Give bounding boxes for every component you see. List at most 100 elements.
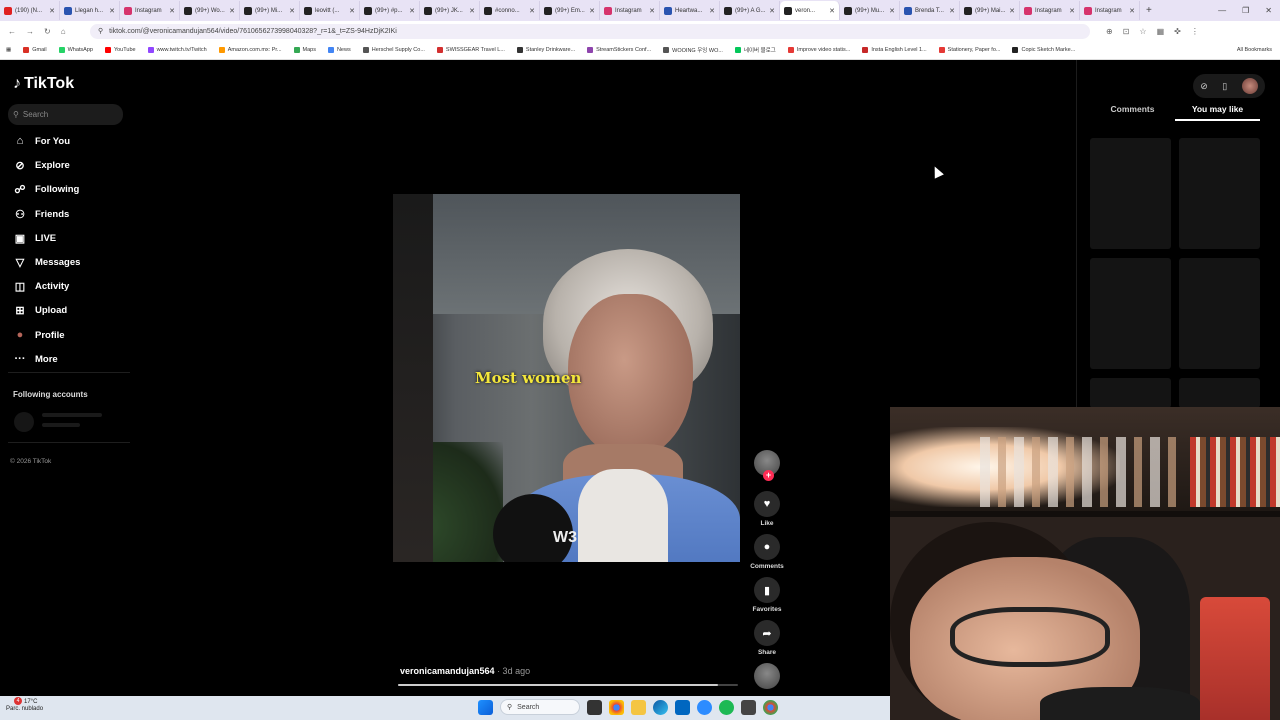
browser-tab[interactable]: leovitt (... ✕ (300, 1, 360, 20)
coin-icon[interactable]: ⊘ (1200, 81, 1208, 92)
tab-close-icon[interactable]: ✕ (949, 7, 955, 15)
browser-tab[interactable]: (99+) A G... ✕ (720, 1, 780, 20)
bookmark-icon[interactable]: ▮ (754, 577, 780, 603)
tab-close-icon[interactable]: ✕ (1069, 7, 1075, 15)
comment-bubble-icon[interactable]: ● (754, 534, 780, 560)
suggested-video-thumbnail[interactable] (1090, 138, 1171, 249)
browser-tab[interactable]: (190) (N... ✕ (0, 1, 60, 20)
bookmark-item[interactable]: Insta English Level 1... (862, 47, 927, 53)
browser-tab[interactable]: Instagram ✕ (120, 1, 180, 20)
back-icon[interactable]: ← (8, 27, 16, 36)
bookmark-item[interactable]: Stanley Drinkware... (516, 47, 575, 53)
tab-close-icon[interactable]: ✕ (529, 7, 535, 15)
weather-widget[interactable]: 17°C Parc. nublado (6, 699, 43, 713)
tab-close-icon[interactable]: ✕ (829, 7, 835, 15)
bookmark-star-icon[interactable]: ☆ (1139, 27, 1146, 36)
browser-tab[interactable]: Instagram ✕ (600, 1, 660, 20)
browser-tab[interactable]: (99+) Em... ✕ (540, 1, 600, 20)
tab-close-icon[interactable]: ✕ (1009, 7, 1015, 15)
extension-icon[interactable]: ▦ (1157, 27, 1165, 36)
browser-tab[interactable]: #conno... ✕ (480, 1, 540, 20)
suggested-video-thumbnail[interactable] (1179, 378, 1260, 408)
sidebar-item-for-you[interactable]: ⌂ For You (13, 135, 70, 147)
suggested-video-thumbnail[interactable] (1090, 378, 1171, 408)
suggested-video-thumbnail[interactable] (1179, 258, 1260, 369)
sidebar-item-explore[interactable]: ⊘ Explore (13, 159, 69, 172)
tab-close-icon[interactable]: ✕ (229, 7, 235, 15)
sidebar-item-profile[interactable]: ● Profile (13, 329, 65, 341)
bookmark-item[interactable]: Gmail (23, 47, 47, 53)
tab-close-icon[interactable]: ✕ (109, 7, 115, 15)
minimize-icon[interactable]: — (1218, 6, 1226, 15)
tab-close-icon[interactable]: ✕ (169, 7, 175, 15)
comments-button[interactable]: ● Comments (748, 534, 786, 570)
close-window-icon[interactable]: ✕ (1265, 6, 1272, 15)
suggested-video-thumbnail[interactable] (1090, 258, 1171, 369)
author-username[interactable]: veronicamandujan564 (400, 666, 495, 676)
app-icon[interactable] (741, 699, 756, 715)
new-tab-button[interactable]: + (1146, 5, 1152, 16)
bookmark-item[interactable]: News (327, 47, 351, 53)
zoom-icon[interactable]: ⊕ (1106, 27, 1113, 36)
bookmark-item[interactable]: Herschel Supply Co... (362, 47, 425, 53)
edge-icon[interactable] (653, 699, 668, 715)
tab-close-icon[interactable]: ✕ (889, 7, 895, 15)
tab-close-icon[interactable]: ✕ (1129, 7, 1135, 15)
home-browser-icon[interactable]: ⌂ (61, 27, 66, 36)
sidebar-item-more[interactable]: ··· More (13, 353, 58, 365)
music-disc-icon[interactable] (754, 663, 780, 689)
video-player[interactable]: Most women W3 (393, 194, 740, 562)
all-bookmarks-button[interactable]: All Bookmarks (1237, 47, 1272, 53)
tab-close-icon[interactable]: ✕ (409, 7, 415, 15)
tab-close-icon[interactable]: ✕ (349, 7, 355, 15)
like-button[interactable]: ♥ Like (748, 491, 786, 527)
bookmark-item[interactable]: StreamStickers Conf... (587, 47, 651, 53)
tiktok-logo[interactable]: ♪ TikTok (13, 75, 74, 93)
tab-close-icon[interactable]: ✕ (589, 7, 595, 15)
browser-tab[interactable]: Instagram ✕ (1020, 1, 1080, 20)
heart-icon[interactable]: ♥ (754, 491, 780, 517)
file-explorer-icon[interactable] (631, 699, 646, 715)
browser-tab[interactable]: Heartwa... ✕ (660, 1, 720, 20)
browser-tab[interactable]: Llegan h... ✕ (60, 1, 120, 20)
tab-close-icon[interactable]: ✕ (49, 7, 55, 15)
url-field[interactable]: ⚲ tiktok.com/@veronicamandujan564/video/… (90, 23, 1090, 39)
device-icon[interactable]: ▯ (1222, 81, 1227, 92)
tab-close-icon[interactable]: ✕ (769, 7, 775, 15)
bookmark-item[interactable]: 네이버 블로그 (734, 46, 776, 54)
user-avatar[interactable] (1241, 78, 1258, 94)
share-button[interactable]: ➦ Share (748, 620, 786, 656)
bookmark-item[interactable]: SWISSGEAR Travel L... (436, 47, 505, 53)
spotify-icon[interactable] (719, 699, 734, 715)
task-view-icon[interactable] (587, 699, 602, 715)
music-disc-button[interactable] (748, 663, 786, 689)
bookmark-item[interactable]: Improve video statis... (787, 47, 850, 53)
tab-close-icon[interactable]: ✕ (469, 7, 475, 15)
sidebar-item-messages[interactable]: ▽ Messages (13, 256, 81, 269)
bookmark-item[interactable]: WhatsApp (58, 47, 93, 53)
windows-start-icon[interactable] (478, 699, 493, 715)
author-avatar[interactable]: + (754, 450, 780, 481)
browser-tab[interactable]: veron... ✕ (780, 1, 840, 20)
tab-close-icon[interactable]: ✕ (649, 7, 655, 15)
chrome-active-icon[interactable] (763, 699, 778, 715)
sidebar-item-upload[interactable]: ⊞ Upload (13, 304, 67, 317)
suggested-video-thumbnail[interactable] (1179, 138, 1260, 249)
taskbar-search[interactable]: ⚲ Search (500, 699, 580, 715)
browser-tab[interactable]: Instagram ✕ (1080, 1, 1140, 20)
install-icon[interactable]: ⊡ (1123, 27, 1130, 36)
sidebar-item-friends[interactable]: ⚇ Friends (13, 208, 69, 221)
bookmark-item[interactable]: YouTube (104, 47, 136, 53)
reload-icon[interactable]: ↻ (44, 27, 51, 36)
browser-tab[interactable]: (99+) JK... ✕ (420, 1, 480, 20)
site-info-icon[interactable]: ⚲ (98, 27, 103, 35)
forward-icon[interactable]: → (26, 27, 34, 36)
tab-you-may-like[interactable]: You may like (1175, 104, 1260, 121)
favorites-button[interactable]: ▮ Favorites (748, 577, 786, 613)
follow-plus-icon[interactable]: + (763, 470, 774, 481)
browser-tab[interactable]: (99+) Mu... ✕ (840, 1, 900, 20)
store-icon[interactable] (675, 699, 690, 715)
restore-icon[interactable]: ❐ (1242, 6, 1249, 15)
sidebar-item-following[interactable]: ☍ Following (13, 183, 79, 196)
author-avatar-button[interactable]: + (748, 450, 786, 481)
